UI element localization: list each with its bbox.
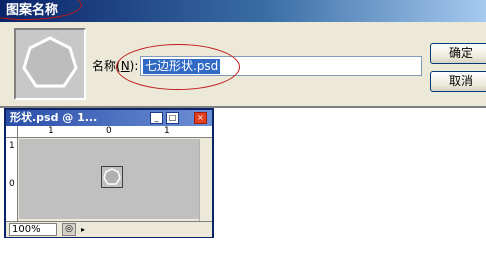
heptagon-shape-selection[interactable] <box>101 166 123 188</box>
screenshot-stage: 图案名称 名称(N): 七边形状.psd 确定 取消 形状.psd @ 1...… <box>0 0 486 257</box>
zoom-field[interactable]: 100% <box>9 223 57 236</box>
document-statusbar: 100% ◎ ▸ <box>6 221 212 237</box>
ruler-left-label: 0 <box>9 179 15 189</box>
document-titlebar[interactable]: 形状.psd @ 1... _ □ × <box>6 110 212 126</box>
vertical-scrollbar[interactable] <box>199 139 212 221</box>
input-highlight-oval <box>116 44 240 90</box>
cancel-button[interactable]: 取消 <box>430 71 486 92</box>
document-title: 形状.psd @ 1... <box>10 111 98 124</box>
pattern-name-dialog: 图案名称 名称(N): 七边形状.psd 确定 取消 <box>0 0 486 108</box>
close-icon[interactable]: × <box>194 112 207 124</box>
pattern-preview-thumbnail <box>14 28 86 100</box>
maximize-icon[interactable]: □ <box>166 112 179 124</box>
ruler-corner <box>6 126 18 138</box>
ruler-top-label: 1 <box>164 126 170 136</box>
horizontal-ruler[interactable]: 1 0 1 <box>18 126 212 138</box>
document-canvas[interactable] <box>19 139 199 219</box>
document-window: 形状.psd @ 1... _ □ × 1 0 1 1 0 100% ◎ ▸ <box>4 108 214 238</box>
heptagon-preview-icon <box>22 36 78 88</box>
ruler-top-label: 0 <box>106 126 112 136</box>
vertical-ruler[interactable]: 1 0 <box>6 138 18 221</box>
minimize-icon[interactable]: _ <box>150 112 163 124</box>
ruler-left-label: 1 <box>9 141 15 151</box>
ok-button[interactable]: 确定 <box>430 43 486 64</box>
ruler-top-label: 1 <box>48 126 54 136</box>
status-info-icon[interactable]: ◎ <box>62 223 76 236</box>
status-menu-arrow-icon[interactable]: ▸ <box>78 223 88 236</box>
document-canvas-area: 1 0 1 1 0 <box>6 126 212 221</box>
heptagon-shape-icon <box>103 168 121 185</box>
